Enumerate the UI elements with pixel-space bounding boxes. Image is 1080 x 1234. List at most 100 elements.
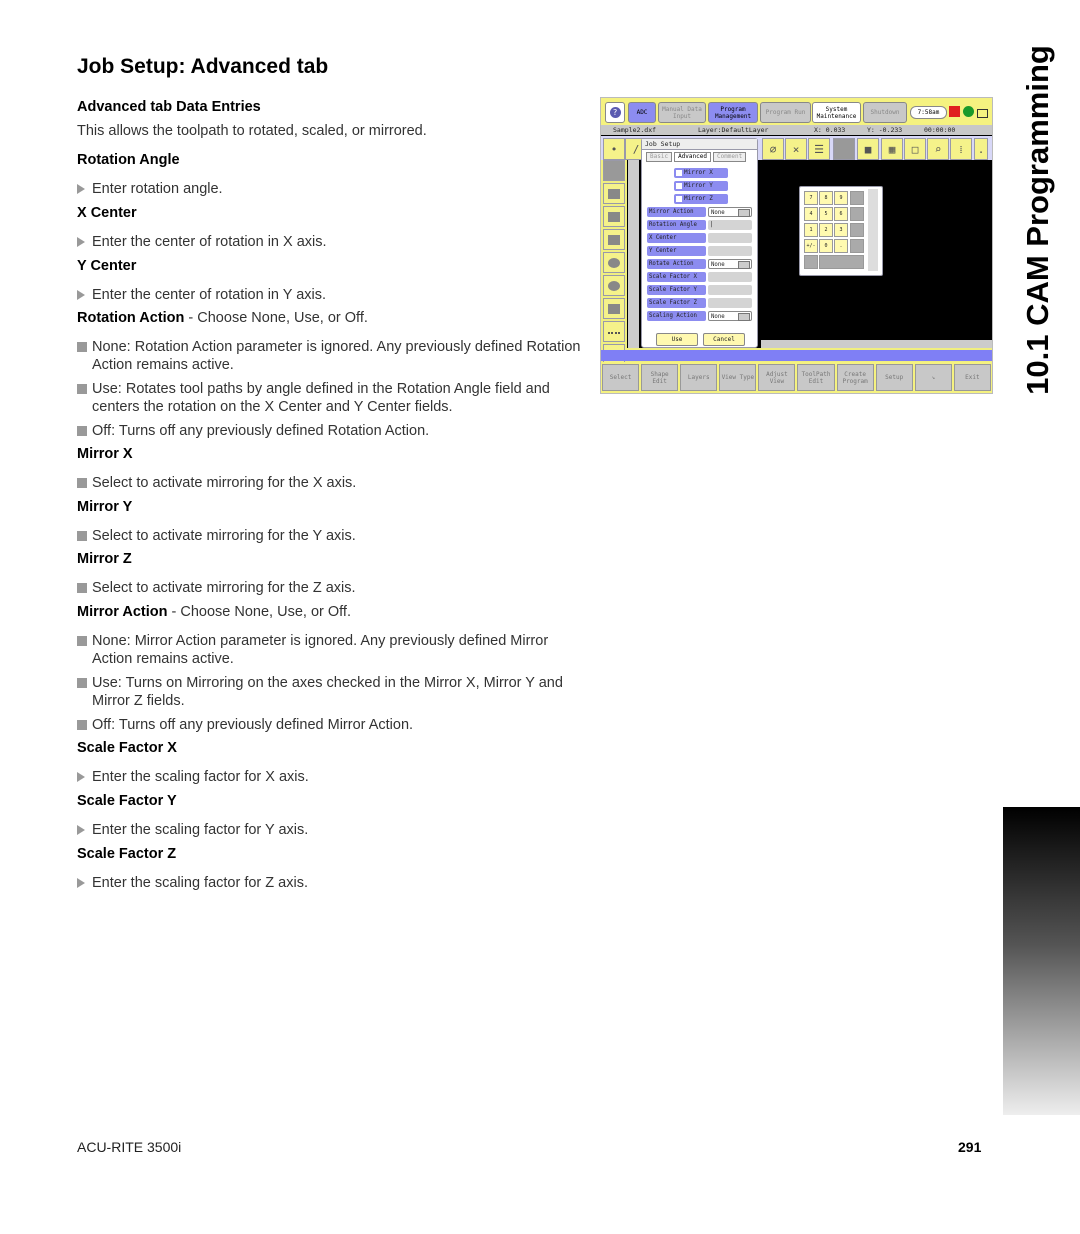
copy-icon[interactable] <box>850 191 864 205</box>
x-center-input[interactable] <box>708 233 752 243</box>
list-icon[interactable]: ☰ <box>808 138 830 160</box>
scale-factor-z-row: Scale Factor Z <box>647 298 752 308</box>
bullet-text: Off: Turns off any previously defined Mi… <box>92 717 414 733</box>
tab-basic[interactable]: Basic <box>646 152 673 162</box>
help-button[interactable]: ? <box>605 102 625 123</box>
shutdown-button[interactable]: Shutdown <box>863 102 907 123</box>
mirror-x-heading: Mirror X <box>77 446 133 462</box>
tool-button[interactable] <box>603 252 625 273</box>
field-label: Scale Factor X <box>647 272 706 282</box>
step-text: Enter the center of rotation in X axis. <box>92 234 327 250</box>
key-9[interactable]: 9 <box>834 191 848 205</box>
key-5[interactable]: 5 <box>819 207 833 221</box>
step-triangle-icon <box>77 290 85 300</box>
manual-data-input-button[interactable]: Manual Data Input <box>658 102 706 123</box>
mirror-x-checkbox[interactable]: Mirror X <box>674 168 728 178</box>
rotate-action-select[interactable]: None <box>708 259 752 269</box>
y-center-input[interactable] <box>708 246 752 256</box>
elapsed-time: 00:00:00 <box>924 126 956 134</box>
grid-select-icon[interactable]: ▦ <box>881 138 903 160</box>
scale-x-heading: Scale Factor X <box>77 740 177 756</box>
key-plus-minus[interactable]: +/- <box>804 239 818 253</box>
system-maintenance-button[interactable]: System Maintenance <box>812 102 861 123</box>
softkey-shape-edit[interactable]: Shape Edit <box>641 364 679 391</box>
bullet-square-icon <box>77 478 87 488</box>
use-button[interactable]: Use <box>656 333 698 346</box>
rotation-action-label: Rotation Action <box>77 310 185 326</box>
x-center-heading: X Center <box>77 205 137 221</box>
scale-factor-z-input[interactable] <box>708 298 752 308</box>
key-1[interactable]: 1 <box>804 223 818 237</box>
keypad-scrollbar[interactable] <box>868 189 878 271</box>
key-4[interactable]: 4 <box>804 207 818 221</box>
unlock-icon <box>977 109 988 118</box>
program-run-button[interactable]: Program Run <box>760 102 811 123</box>
scaling-action-select[interactable]: None <box>708 311 752 321</box>
softkey-create-program[interactable]: Create Program <box>836 364 874 391</box>
key-decimal[interactable]: . <box>834 239 848 253</box>
ui-screenshot: ? ADC Manual Data Input Program Manageme… <box>600 97 993 394</box>
program-management-button[interactable]: Program Management <box>708 102 758 123</box>
tab-advanced[interactable]: Advanced <box>674 152 711 162</box>
bullet-item: Use: Turns on Mirroring on the axes chec… <box>77 674 582 710</box>
delete-icon[interactable]: × <box>785 138 807 160</box>
rotation-angle-input[interactable]: | <box>708 220 752 230</box>
softkey-select[interactable]: Select <box>602 364 640 391</box>
backspace-icon[interactable] <box>850 239 864 253</box>
mirror-y-checkbox[interactable]: Mirror Y <box>674 181 728 191</box>
fill-icon[interactable] <box>833 138 855 160</box>
mirror-action-select[interactable]: None <box>708 207 752 217</box>
mirror-z-checkbox[interactable]: Mirror Z <box>674 194 728 204</box>
more-icon[interactable]: . <box>974 138 988 160</box>
x-readout: X: 0.033 <box>814 126 846 134</box>
bullet-square-icon <box>77 342 87 352</box>
tool-button[interactable] <box>603 275 625 296</box>
dialog-tabs: Basic Advanced Comment <box>646 152 748 162</box>
help-icon: ? <box>609 107 621 118</box>
scale-factor-y-input[interactable] <box>708 285 752 295</box>
key-6[interactable]: 6 <box>834 207 848 221</box>
dots-grid-icon[interactable]: ⁞ <box>950 138 972 160</box>
adc-button[interactable]: ADC <box>628 102 656 123</box>
softkey-view-type[interactable]: View Type <box>719 364 757 391</box>
paste-icon[interactable] <box>850 207 864 221</box>
zoom-icon[interactable]: ⌕ <box>927 138 949 160</box>
tool-button[interactable] <box>603 229 625 250</box>
tool-button[interactable] <box>603 160 625 181</box>
scale-factor-x-input[interactable] <box>708 272 752 282</box>
softkey-arrow-icon[interactable]: ↘ <box>914 364 952 391</box>
scale-factor-x-row: Scale Factor X <box>647 272 752 282</box>
tool-button[interactable] <box>603 183 625 204</box>
calc-icon[interactable] <box>850 223 864 237</box>
key-8[interactable]: 8 <box>819 191 833 205</box>
point-tool-icon[interactable]: • <box>603 138 625 160</box>
tool-button[interactable] <box>603 298 625 319</box>
save-icon[interactable] <box>804 255 818 269</box>
no-symbol-icon[interactable]: ∅ <box>762 138 784 160</box>
softkey-toolpath-edit[interactable]: ToolPath Edit <box>797 364 835 391</box>
layer-name: Layer:DefaultLayer <box>698 126 769 134</box>
field-label: Rotation Angle <box>647 220 706 230</box>
checkbox-label: Mirror Z <box>684 195 713 202</box>
mirror-y-section: Mirror Y Select to activate mirroring fo… <box>77 498 582 545</box>
cancel-button[interactable]: Cancel <box>703 333 745 346</box>
window-icon[interactable]: □ <box>904 138 926 160</box>
key-0[interactable]: 0 <box>819 239 833 253</box>
softkey-layers[interactable]: Layers <box>680 364 718 391</box>
field-label: Y Center <box>647 246 706 256</box>
enter-icon[interactable] <box>819 255 864 269</box>
softkey-exit[interactable]: Exit <box>953 364 991 391</box>
checkbox-label: Mirror X <box>684 169 713 176</box>
tool-button[interactable] <box>603 321 625 342</box>
tool-button[interactable] <box>603 206 625 227</box>
key-2[interactable]: 2 <box>819 223 833 237</box>
softkey-setup[interactable]: Setup <box>875 364 913 391</box>
key-3[interactable]: 3 <box>834 223 848 237</box>
bullet-item: Select to activate mirroring for the X a… <box>77 474 582 492</box>
key-7[interactable]: 7 <box>804 191 818 205</box>
softkey-adjust-view[interactable]: Adjust View <box>758 364 796 391</box>
bullet-square-icon <box>77 636 87 646</box>
tab-comment[interactable]: Comment <box>712 152 747 162</box>
folder-icon[interactable]: ■ <box>857 138 879 160</box>
scale-y-heading: Scale Factor Y <box>77 793 177 809</box>
